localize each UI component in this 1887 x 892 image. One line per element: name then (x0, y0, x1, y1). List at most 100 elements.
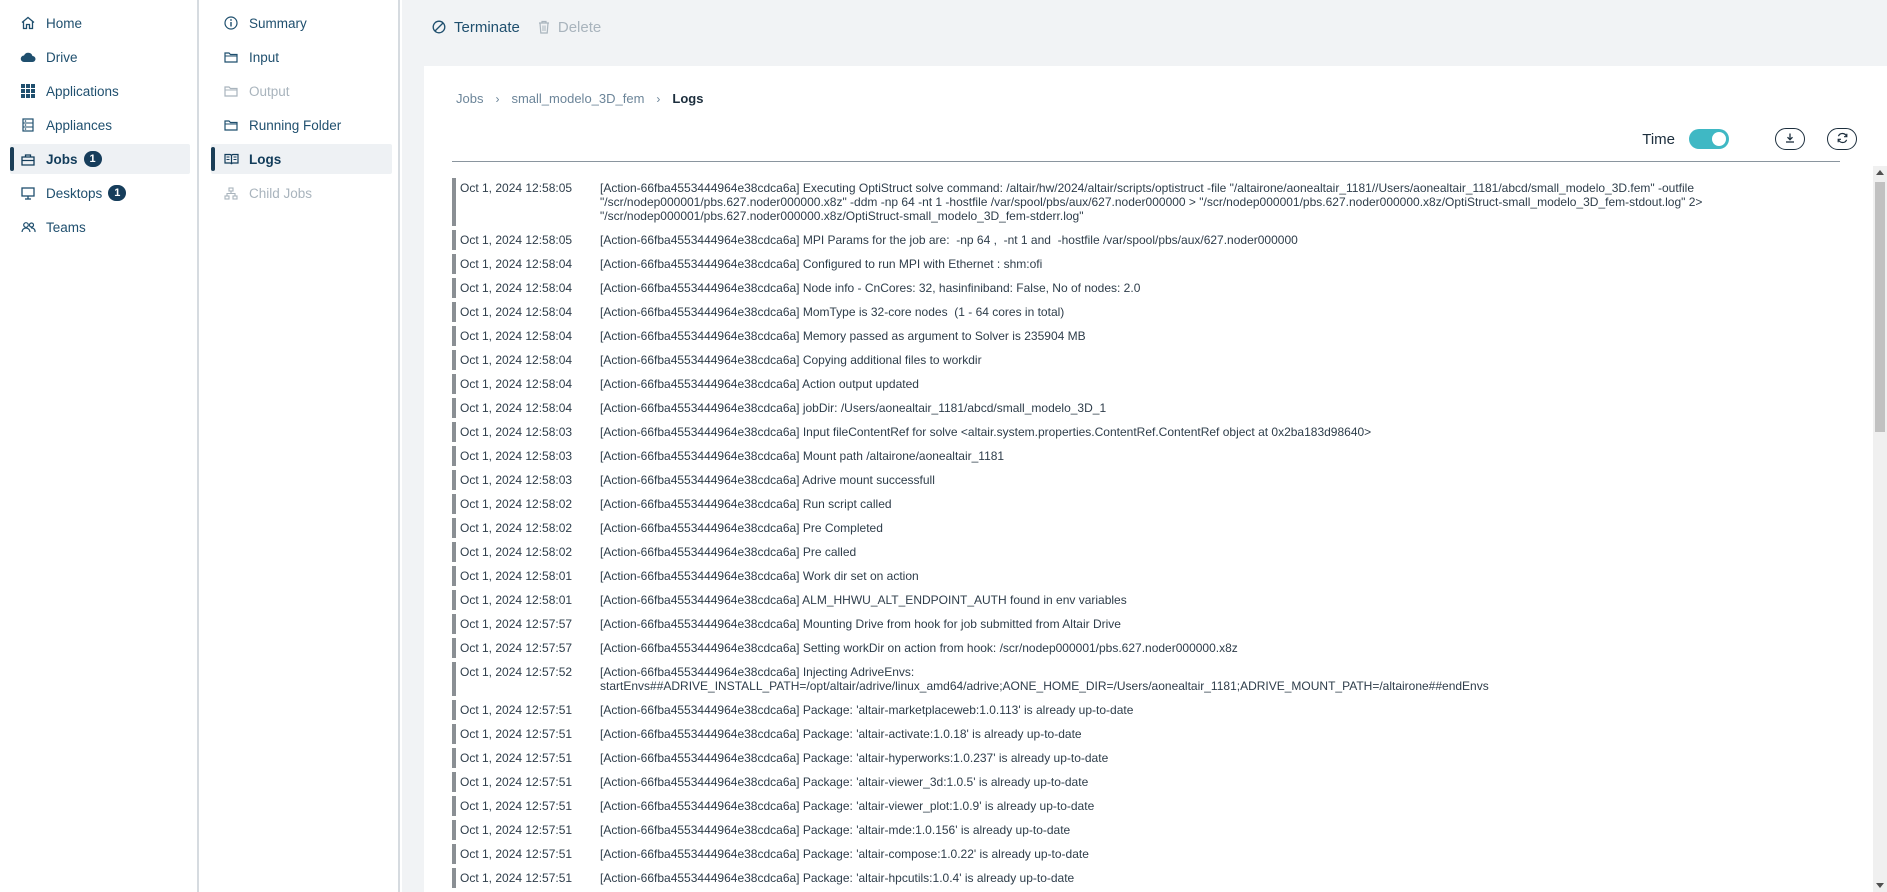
nav-item-home[interactable]: Home (10, 8, 190, 38)
chevron-right-icon: › (656, 91, 661, 106)
log-entry: Oct 1, 2024 12:58:05 [Action-66fba4553444… (452, 178, 1852, 226)
scroll-up-arrow-icon[interactable] (1876, 170, 1884, 175)
jobs-count-badge: 1 (83, 151, 102, 167)
time-toggle[interactable] (1689, 129, 1729, 149)
desktops-count-badge: 1 (108, 185, 127, 201)
log-entry: Oct 1, 2024 12:57:51 [Action-66fba4553444… (452, 772, 1852, 792)
nav-item-teams[interactable]: Teams (10, 212, 190, 242)
subnav-item-input[interactable]: Input (211, 42, 392, 72)
breadcrumb: Jobs › small_modelo_3D_fem › Logs (456, 91, 703, 106)
log-entry: Oct 1, 2024 12:57:51 [Action-66fba4553444… (452, 748, 1852, 768)
log-message: [Action-66fba4553444964e38cdca6a] Packag… (600, 799, 1095, 813)
log-controls: Time (1642, 128, 1857, 150)
info-icon (223, 15, 239, 31)
log-timestamp: Oct 1, 2024 12:57:57 (460, 641, 573, 655)
main-navigation: Home Drive Applications Appliances Jobs … (0, 0, 199, 892)
log-entry: Oct 1, 2024 12:58:04 [Action-66fba4553444… (452, 374, 1852, 394)
log-message: [Action-66fba4553444964e38cdca6a] Packag… (600, 823, 1071, 837)
log-entry: Oct 1, 2024 12:58:04 [Action-66fba4553444… (452, 326, 1852, 346)
log-list: Oct 1, 2024 12:58:05 [Action-66fba4553444… (452, 178, 1852, 892)
nav-item-label: Appliances (46, 117, 113, 133)
log-message: [Action-66fba4553444964e38cdca6a] Packag… (600, 727, 1082, 741)
log-timestamp: Oct 1, 2024 12:57:51 (460, 703, 573, 717)
subnav-item-logs[interactable]: Logs (211, 144, 392, 174)
log-message: [Action-66fba4553444964e38cdca6a] Mount … (600, 449, 1005, 463)
log-message: [Action-66fba4553444964e38cdca6a] Packag… (600, 871, 1075, 885)
subnav-item-label: Running Folder (249, 117, 342, 133)
log-message: [Action-66fba4553444964e38cdca6a] Copyin… (600, 353, 982, 367)
log-message: [Action-66fba4553444964e38cdca6a] Inject… (600, 665, 1489, 693)
home-icon (20, 15, 36, 31)
log-message: [Action-66fba4553444964e38cdca6a] Pre ca… (600, 545, 857, 559)
log-message: [Action-66fba4553444964e38cdca6a] Settin… (600, 641, 1238, 655)
log-entry: Oct 1, 2024 12:57:51 [Action-66fba4553444… (452, 724, 1852, 744)
log-entry: Oct 1, 2024 12:57:52 [Action-66fba4553444… (452, 662, 1852, 696)
log-entry: Oct 1, 2024 12:58:05 [Action-66fba4553444… (452, 230, 1852, 250)
terminate-button[interactable]: Terminate (432, 19, 520, 36)
subnav-item-label: Logs (249, 151, 282, 167)
log-timestamp: Oct 1, 2024 12:58:04 (460, 377, 573, 391)
nav-item-jobs[interactable]: Jobs 1 (10, 144, 190, 174)
log-message: [Action-66fba4553444964e38cdca6a] MomTyp… (600, 305, 1065, 319)
nav-item-appliances[interactable]: Appliances (10, 110, 190, 140)
log-timestamp: Oct 1, 2024 12:57:51 (460, 727, 573, 741)
log-entry: Oct 1, 2024 12:57:57 [Action-66fba4553444… (452, 614, 1852, 634)
subnav-item-label: Child Jobs (249, 185, 313, 201)
log-timestamp: Oct 1, 2024 12:58:05 (460, 233, 573, 247)
log-timestamp: Oct 1, 2024 12:58:04 (460, 305, 573, 319)
log-entry: Oct 1, 2024 12:58:02 [Action-66fba4553444… (452, 518, 1852, 538)
scrollbar-thumb[interactable] (1875, 182, 1885, 432)
refresh-icon (1836, 132, 1849, 147)
log-entry: Oct 1, 2024 12:58:04 [Action-66fba4553444… (452, 278, 1852, 298)
log-timestamp: Oct 1, 2024 12:58:04 (460, 257, 573, 271)
subnav-item-label: Input (249, 49, 280, 65)
log-scrollbar[interactable] (1873, 166, 1887, 892)
nav-item-applications[interactable]: Applications (10, 76, 190, 106)
cloud-icon (20, 49, 36, 65)
log-message: [Action-66fba4553444964e38cdca6a] Memory… (600, 329, 1086, 343)
book-icon (223, 151, 239, 167)
main-content: Terminate Delete Jobs › small_modelo_3D_… (402, 0, 1887, 892)
log-timestamp: Oct 1, 2024 12:57:51 (460, 775, 573, 789)
download-button[interactable] (1775, 128, 1805, 150)
subnav-item-label: Summary (249, 15, 307, 31)
log-timestamp: Oct 1, 2024 12:57:51 (460, 871, 573, 885)
log-timestamp: Oct 1, 2024 12:57:51 (460, 751, 573, 765)
job-subnavigation: Summary Input Output Running Folder Logs… (201, 0, 400, 892)
subnav-item-running-folder[interactable]: Running Folder (211, 110, 392, 140)
delete-label: Delete (557, 18, 602, 36)
log-timestamp: Oct 1, 2024 12:57:52 (460, 665, 573, 679)
log-entry: Oct 1, 2024 12:58:03 [Action-66fba4553444… (452, 422, 1852, 442)
terminate-label: Terminate (454, 18, 520, 36)
breadcrumb-jobs-link[interactable]: Jobs (456, 91, 483, 106)
subnav-item-label: Output (249, 83, 290, 99)
folder-icon (223, 117, 239, 133)
log-message: [Action-66fba4553444964e38cdca6a] Packag… (600, 703, 1134, 717)
log-entry: Oct 1, 2024 12:58:01 [Action-66fba4553444… (452, 590, 1852, 610)
logs-panel: Jobs › small_modelo_3D_fem › Logs Time O… (424, 66, 1887, 892)
log-timestamp: Oct 1, 2024 12:58:04 (460, 329, 573, 343)
breadcrumb-current: Logs (672, 91, 704, 106)
log-message: [Action-66fba4553444964e38cdca6a] MPI Pa… (600, 233, 1298, 247)
refresh-button[interactable] (1827, 128, 1857, 150)
log-timestamp: Oct 1, 2024 12:58:04 (460, 353, 573, 367)
log-entry: Oct 1, 2024 12:57:51 [Action-66fba4553444… (452, 820, 1852, 840)
log-timestamp: Oct 1, 2024 12:58:03 (460, 473, 573, 487)
log-timestamp: Oct 1, 2024 12:58:05 (460, 181, 573, 195)
nav-item-desktops[interactable]: Desktops 1 (10, 178, 190, 208)
log-entry: Oct 1, 2024 12:58:04 [Action-66fba4553444… (452, 350, 1852, 370)
log-message: [Action-66fba4553444964e38cdca6a] Action… (600, 377, 919, 391)
log-entry: Oct 1, 2024 12:57:57 [Action-66fba4553444… (452, 638, 1852, 658)
scroll-down-arrow-icon[interactable] (1876, 883, 1884, 888)
nav-item-label: Jobs (46, 151, 78, 167)
trash-icon (538, 20, 550, 34)
nav-item-label: Teams (46, 219, 86, 235)
nav-item-drive[interactable]: Drive (10, 42, 190, 72)
toggle-knob (1712, 132, 1726, 146)
log-timestamp: Oct 1, 2024 12:58:02 (460, 497, 573, 511)
nav-item-label: Applications (46, 83, 119, 99)
breadcrumb-job-link[interactable]: small_modelo_3D_fem (511, 91, 644, 106)
log-entry: Oct 1, 2024 12:57:51 [Action-66fba4553444… (452, 844, 1852, 864)
log-entry: Oct 1, 2024 12:58:02 [Action-66fba4553444… (452, 542, 1852, 562)
subnav-item-summary[interactable]: Summary (211, 8, 392, 38)
